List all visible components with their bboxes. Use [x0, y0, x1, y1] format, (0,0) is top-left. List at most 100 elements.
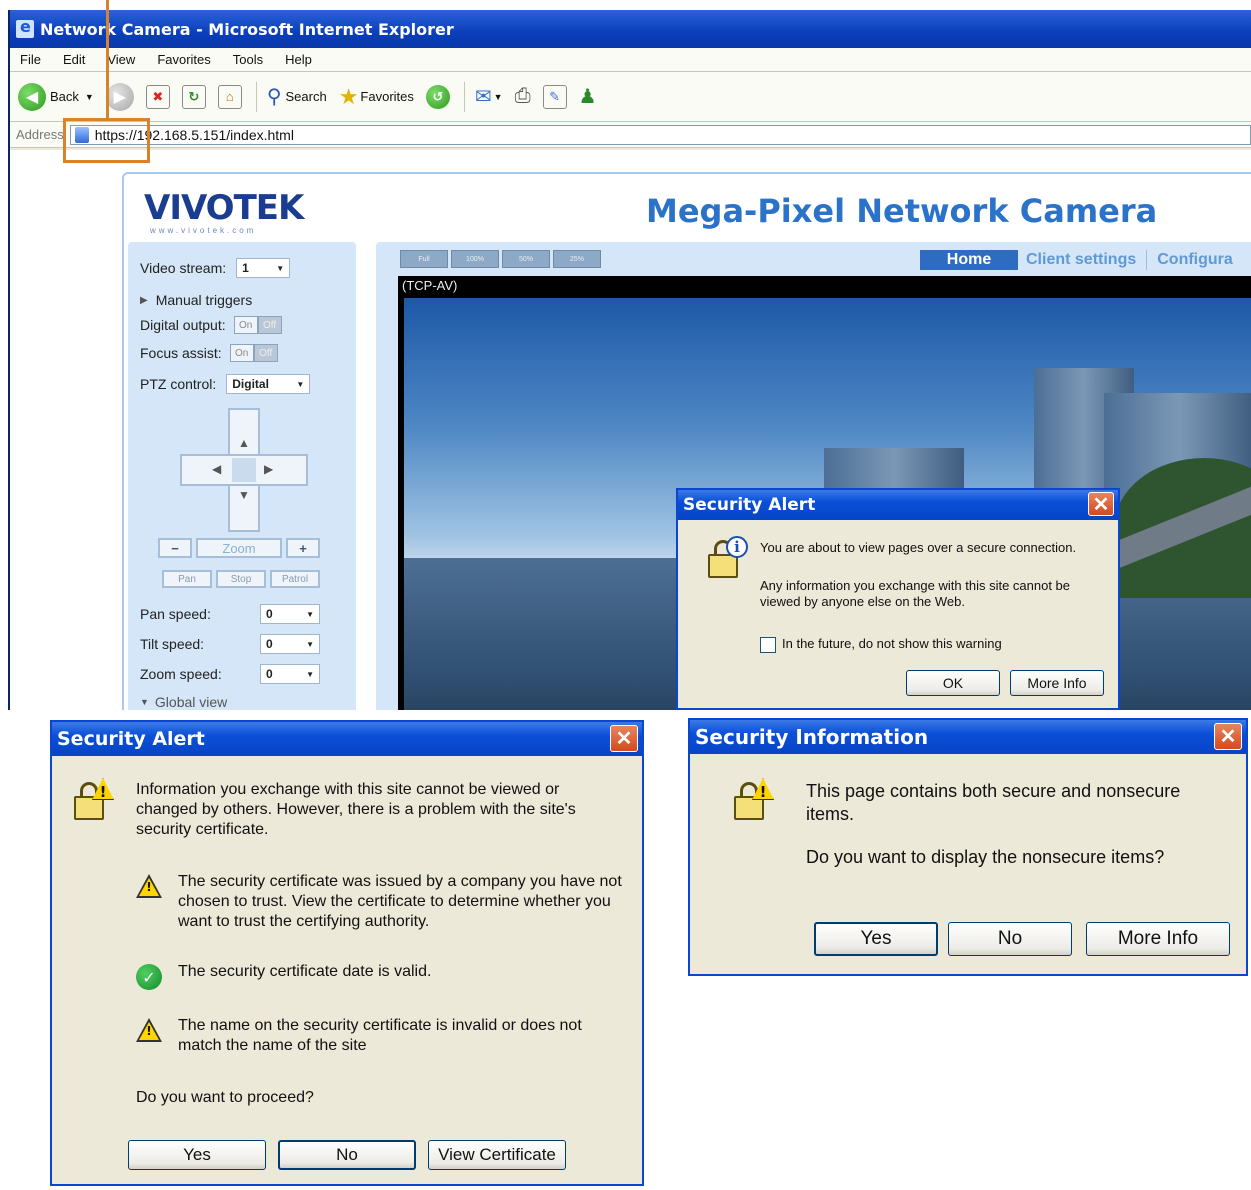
tilt-speed-row: Tilt speed: 0 ▼ [140, 634, 320, 654]
lock-warning-icon: ! [730, 778, 776, 824]
tilt-speed-select[interactable]: 0 ▼ [260, 634, 320, 654]
size-tab-100[interactable]: 100% [451, 250, 499, 268]
search-label: Search [285, 89, 327, 104]
zoom-in-button[interactable]: + [286, 538, 320, 558]
favorites-label: Favorites [360, 89, 414, 104]
more-info-button[interactable]: More Info [1010, 670, 1104, 696]
stop-button[interactable]: ✖ [145, 84, 170, 109]
ptz-left-icon[interactable]: ◀ [212, 462, 221, 476]
yes-button[interactable]: Yes [128, 1140, 266, 1170]
search-button[interactable]: ⚲ Search [267, 84, 327, 109]
menu-help[interactable]: Help [285, 52, 312, 67]
info-line-2: Do you want to display the nonsecure ite… [806, 847, 1165, 867]
yes-button[interactable]: Yes [814, 922, 938, 956]
no-button[interactable]: No [948, 922, 1072, 956]
more-info-button[interactable]: More Info [1086, 922, 1230, 956]
ptz-pad: ▲ ▼ ◀ ▶ [180, 408, 310, 532]
do-not-show-row[interactable]: In the future, do not show this warning [760, 636, 1002, 653]
zoom-speed-select[interactable]: 0 ▼ [260, 664, 320, 684]
nav-client-settings[interactable]: Client settings [1026, 251, 1136, 269]
toggle-off[interactable]: Off [253, 344, 278, 362]
patrol-button[interactable]: Patrol [270, 570, 320, 588]
zoom-slider[interactable]: Zoom [196, 538, 282, 558]
print-icon: ⎙ [514, 85, 531, 107]
ptz-up-icon[interactable]: ▲ [238, 436, 250, 450]
address-input[interactable]: https://192.168.5.151/index.html [69, 124, 1251, 145]
ptz-right-icon[interactable]: ▶ [264, 462, 273, 476]
close-icon[interactable]: ✕ [1088, 492, 1114, 516]
size-tab-50[interactable]: 50% [502, 250, 550, 268]
home-button[interactable]: ⌂ [217, 84, 242, 109]
patrol-row: Pan Stop Patrol [162, 570, 320, 588]
menu-edit[interactable]: Edit [63, 52, 85, 67]
stop-button[interactable]: Stop [216, 570, 266, 588]
nav-divider [1146, 250, 1148, 270]
security-information-dialog: Security Information ✕ ! This page conta… [688, 718, 1248, 976]
alert-line-2: Any information you exchange with this s… [760, 578, 1071, 610]
history-icon: ↺ [425, 84, 450, 109]
close-icon[interactable]: ✕ [1214, 723, 1242, 750]
menu-favorites[interactable]: Favorites [157, 52, 210, 67]
search-icon: ⚲ [266, 86, 282, 108]
edit-icon: ✎ [542, 84, 567, 109]
favorites-button[interactable]: ★ Favorites [339, 84, 414, 110]
close-icon[interactable]: ✕ [610, 725, 638, 752]
toolbar-divider [255, 81, 257, 112]
pan-button[interactable]: Pan [162, 570, 212, 588]
ptz-control-label: PTZ control: [140, 376, 217, 392]
video-stream-select[interactable]: 1 ▼ [236, 258, 291, 278]
ptz-down-icon[interactable]: ▼ [238, 488, 250, 502]
edit-button[interactable]: ✎ [542, 84, 567, 109]
back-dropdown-icon[interactable]: ▼ [85, 92, 94, 102]
dialog-titlebar: Security Alert ✕ [52, 722, 642, 756]
browser-viewport: VIVOTEK www.vivotek.com Mega-Pixel Netwo… [10, 150, 1251, 710]
digital-output-toggle[interactable]: On Off [233, 316, 282, 334]
digital-output-label: Digital output: [140, 317, 226, 333]
zoom-out-button[interactable]: − [158, 538, 192, 558]
warning-icon: ! [136, 1018, 162, 1042]
size-tab-25[interactable]: 25% [553, 250, 601, 268]
focus-assist-toggle[interactable]: On Off [229, 344, 278, 362]
mail-button[interactable]: ✉ ▼ [475, 84, 503, 109]
cert-item-date: The security certificate date is valid. [178, 963, 432, 980]
view-certificate-button[interactable]: View Certificate [428, 1140, 566, 1170]
cert-question: Do you want to proceed? [136, 1089, 314, 1106]
global-view-row[interactable]: ▼ Global view [140, 694, 227, 710]
menu-tools[interactable]: Tools [233, 52, 263, 67]
tilt-speed-value: 0 [266, 637, 273, 651]
ptz-home-button[interactable] [232, 458, 256, 482]
vivotek-logo-url: www.vivotek.com [150, 226, 257, 235]
lock-warning-icon: ! [70, 778, 116, 824]
nav-home[interactable]: Home [920, 250, 1018, 270]
no-button[interactable]: No [278, 1140, 416, 1170]
vivotek-logo: VIVOTEK [144, 188, 304, 228]
pan-speed-select[interactable]: 0 ▼ [260, 604, 320, 624]
control-panel: Video stream: 1 ▼ ▶ Manual triggers Digi… [128, 242, 356, 710]
video-stream-row: Video stream: 1 ▼ [140, 258, 291, 278]
toggle-on[interactable]: On [233, 316, 258, 334]
manual-triggers-row[interactable]: ▶ Manual triggers [140, 292, 252, 308]
size-tab-full[interactable]: Full [400, 250, 448, 268]
nav-configuration[interactable]: Configura [1157, 251, 1233, 269]
menu-file[interactable]: File [20, 52, 41, 67]
do-not-show-checkbox[interactable] [760, 636, 776, 653]
forward-button[interactable]: ▶ [105, 82, 134, 111]
ptz-control-row: PTZ control: Digital ▼ [140, 374, 311, 394]
menu-view[interactable]: View [107, 52, 135, 67]
toggle-off[interactable]: Off [257, 316, 282, 334]
toggle-on[interactable]: On [229, 344, 254, 362]
ptz-control-select[interactable]: Digital ▼ [226, 374, 311, 394]
messenger-button[interactable]: ♟ [579, 84, 597, 109]
refresh-button[interactable]: ↻ [181, 84, 206, 109]
stop-icon: ✖ [145, 84, 170, 109]
ok-button[interactable]: OK [906, 670, 1000, 696]
mail-dropdown-icon[interactable]: ▼ [494, 92, 503, 102]
video-protocol-label: (TCP-AV) [402, 278, 458, 293]
browser-title: Network Camera - Microsoft Internet Expl… [40, 19, 454, 39]
history-button[interactable]: ↺ [425, 84, 450, 109]
back-button[interactable]: ◀ Back ▼ [18, 82, 94, 111]
print-button[interactable]: ⎙ [515, 85, 531, 108]
cert-intro: Information you exchange with this site … [136, 781, 576, 838]
dialog-title: Security Information [695, 725, 929, 749]
focus-assist-row: Focus assist: On Off [140, 344, 278, 362]
